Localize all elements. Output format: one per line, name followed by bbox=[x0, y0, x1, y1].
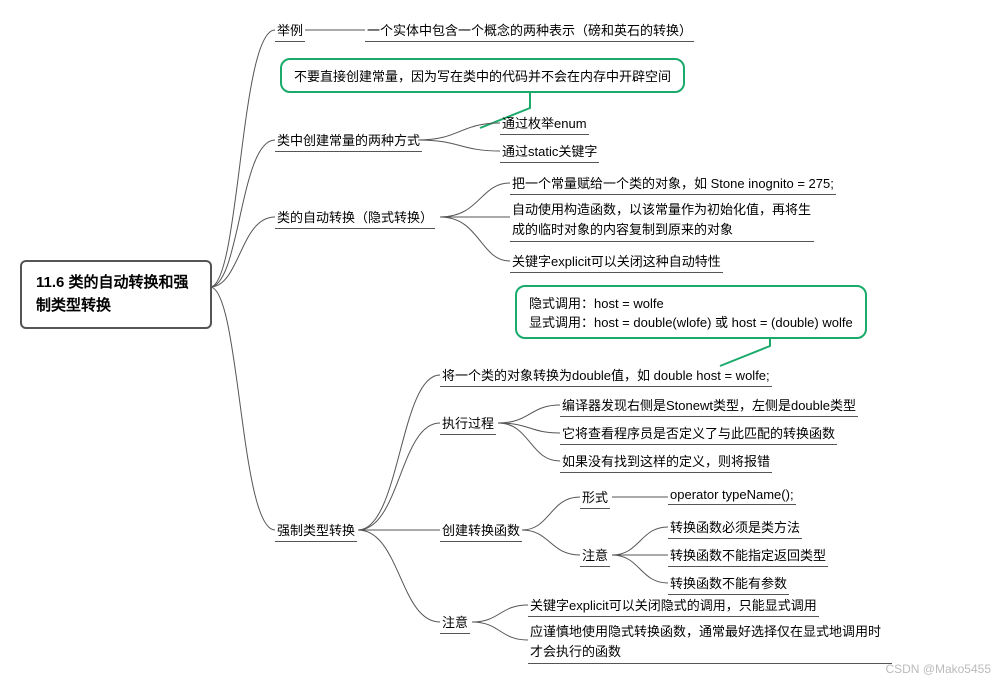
branch-force-conversion[interactable]: 强制类型转换 bbox=[275, 520, 357, 542]
leaf-exec1: 编译器发现右侧是Stonewt类型，左侧是double类型 bbox=[560, 395, 858, 417]
leaf-explicit-only: 关键字explicit可以关闭隐式的调用，只能显式调用 bbox=[528, 595, 819, 617]
leaf-operator-typename: operator typeName(); bbox=[668, 487, 796, 505]
root-node[interactable]: 11.6 类的自动转换和强制类型转换 bbox=[20, 260, 212, 329]
leaf-auto-constructor: 自动使用构造函数，以该常量作为初始化值，再将生成的临时对象的内容复制到原来的对象 bbox=[510, 200, 814, 242]
callout-invoke-forms: 隐式调用：host = wolfe 显式调用：host = double(wlo… bbox=[515, 285, 867, 339]
leaf-no-params: 转换函数不能有参数 bbox=[668, 573, 789, 595]
branch-auto-conversion[interactable]: 类的自动转换（隐式转换） bbox=[275, 207, 435, 229]
branch-exec-process[interactable]: 执行过程 bbox=[440, 413, 496, 435]
branch-createfn-notice[interactable]: 注意 bbox=[580, 545, 610, 567]
callout-no-direct-const: 不要直接创建常量，因为写在类中的代码并不会在内存中开辟空间 bbox=[280, 58, 685, 93]
leaf-explicit-off: 关键字explicit可以关闭这种自动特性 bbox=[510, 251, 723, 273]
leaf-exec3: 如果没有找到这样的定义，则将报错 bbox=[560, 451, 772, 473]
watermark: CSDN @Mako5455 bbox=[885, 662, 991, 676]
leaf-no-return-type: 转换函数不能指定返回类型 bbox=[668, 545, 828, 567]
callout2-line2: 显式调用：host = double(wlofe) 或 host = (doub… bbox=[529, 312, 853, 331]
leaf-enum: 通过枚举enum bbox=[500, 113, 589, 135]
leaf-static: 通过static关键字 bbox=[500, 141, 599, 163]
leaf-caution-implicit: 应谨慎地使用隐式转换函数，通常最好选择仅在显式地调用时才会执行的函数 bbox=[528, 622, 892, 664]
branch-example[interactable]: 举例 bbox=[275, 20, 305, 42]
branch-form[interactable]: 形式 bbox=[580, 487, 610, 509]
callout2-line1: 隐式调用：host = wolfe bbox=[529, 293, 853, 312]
leaf-exec2: 它将查看程序员是否定义了与此匹配的转换函数 bbox=[560, 423, 837, 445]
branch-force-notice[interactable]: 注意 bbox=[440, 612, 470, 634]
leaf-example-desc: 一个实体中包含一个概念的两种表示（磅和英石的转换） bbox=[365, 20, 694, 42]
mindmap-canvas: 11.6 类的自动转换和强制类型转换 举例 一个实体中包含一个概念的两种表示（磅… bbox=[0, 0, 999, 680]
branch-create-fn[interactable]: 创建转换函数 bbox=[440, 520, 522, 542]
leaf-must-method: 转换函数必须是类方法 bbox=[668, 517, 802, 539]
connector-lines bbox=[0, 0, 999, 680]
leaf-to-double: 将一个类的对象转换为double值，如 double host = wolfe; bbox=[440, 365, 772, 387]
leaf-assign-const: 把一个常量赋给一个类的对象，如 Stone inognito = 275; bbox=[510, 173, 836, 195]
branch-const-two-ways[interactable]: 类中创建常量的两种方式 bbox=[275, 130, 422, 152]
